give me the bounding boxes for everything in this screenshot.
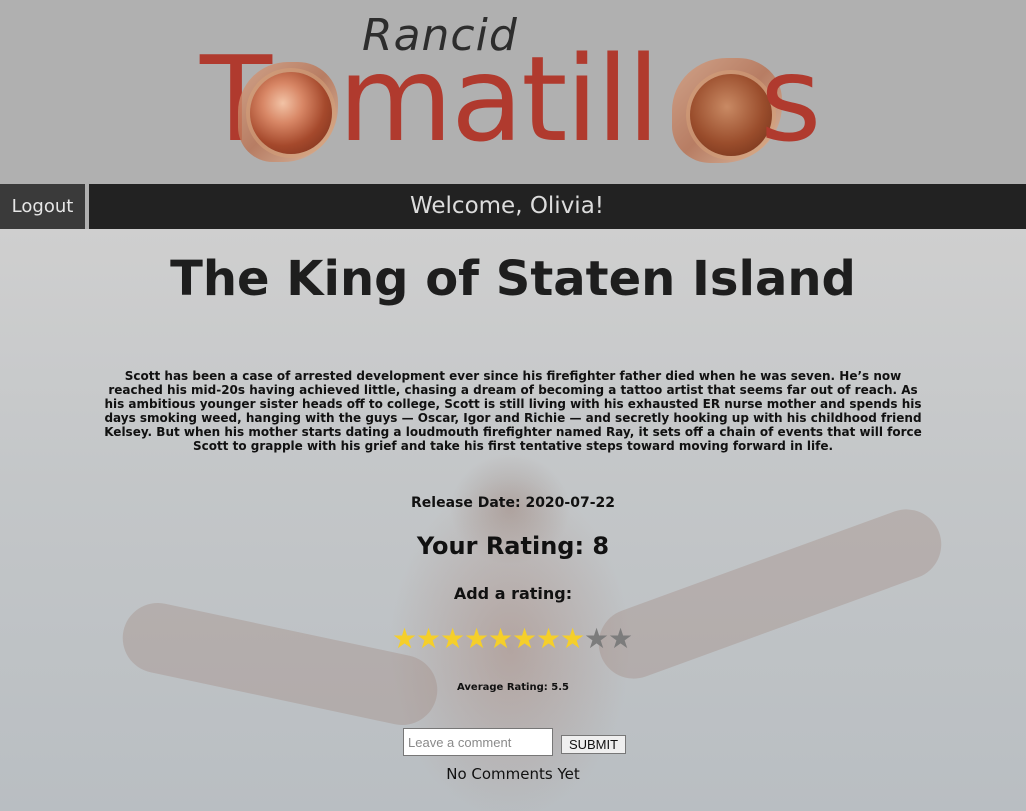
comment-input[interactable]	[403, 728, 553, 756]
logo-word-matill: matill	[338, 30, 660, 168]
add-rating-label: Add a rating:	[453, 584, 573, 603]
movie-details: The King of Staten Island Scott has been…	[0, 229, 1026, 811]
submit-comment-button[interactable]: SUBMIT	[561, 735, 626, 754]
welcome-message: Welcome, Olivia!	[409, 193, 605, 219]
star-5-icon[interactable]: ★	[488, 622, 513, 656]
logout-button[interactable]: Logout	[0, 184, 85, 229]
star-9-icon[interactable]: ★	[584, 622, 609, 656]
star-10-icon[interactable]: ★	[608, 622, 633, 656]
rancid-tomatillos-logo[interactable]: Rancid T matill s	[0, 0, 1026, 184]
star-6-icon[interactable]: ★	[512, 622, 537, 656]
user-rating: Your Rating: 8	[416, 532, 610, 560]
movie-overview: Scott has been a case of arrested develo…	[104, 369, 922, 453]
star-7-icon[interactable]: ★	[536, 622, 561, 656]
star-2-icon[interactable]: ★	[416, 622, 441, 656]
logo-letter-s: s	[760, 30, 822, 168]
star-4-icon[interactable]: ★	[464, 622, 489, 656]
star-3-icon[interactable]: ★	[440, 622, 465, 656]
release-date: Release Date: 2020-07-22	[411, 495, 615, 511]
tomatillo-icon	[250, 72, 332, 154]
comments-empty-state: No Comments Yet	[446, 765, 580, 783]
movie-title: The King of Staten Island	[170, 251, 856, 307]
backdrop-figure	[116, 596, 444, 732]
average-rating: Average Rating: 5.5	[457, 682, 569, 693]
top-nav-bar: Logout Welcome, Olivia!	[0, 184, 1026, 229]
header: Rancid T matill s	[0, 0, 1026, 184]
star-rating-control[interactable]: ★ ★ ★ ★ ★ ★ ★ ★ ★ ★	[392, 622, 633, 656]
star-1-icon[interactable]: ★	[392, 622, 417, 656]
star-8-icon[interactable]: ★	[560, 622, 585, 656]
